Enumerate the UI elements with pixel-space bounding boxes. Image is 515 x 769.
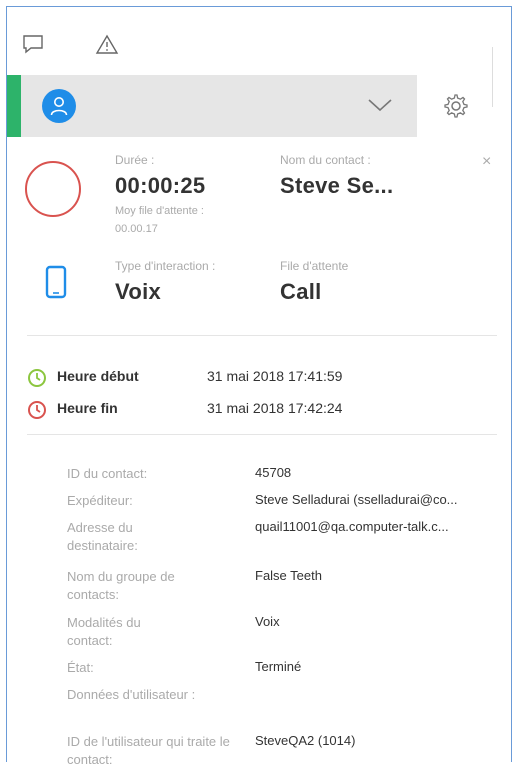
warning-triangle-icon[interactable] (95, 33, 119, 55)
chevron-down-icon[interactable] (367, 97, 393, 118)
status-accent-bar (7, 75, 21, 137)
summary-divider (27, 335, 497, 336)
avg-queue-value: 00.00.17 (115, 223, 158, 235)
detail-value: Voix (255, 614, 280, 629)
phone-icon (45, 265, 67, 304)
detail-value: False Teeth (255, 568, 322, 583)
gear-icon[interactable] (443, 93, 469, 124)
detail-key: Nom du groupe de contacts: (67, 569, 175, 602)
close-button[interactable]: × (482, 153, 491, 171)
panel-divider (492, 47, 493, 107)
detail-value: Terminé (255, 659, 302, 674)
timer-ring-icon (25, 161, 81, 217)
start-time-value: 31 mai 2018 17:41:59 (207, 368, 343, 384)
contact-name-label: Nom du contact : (280, 153, 371, 167)
queue-value: Call (280, 279, 322, 304)
detail-key: Données d'utilisateur : (67, 687, 196, 702)
detail-value: 45708 (255, 465, 292, 480)
detail-key: ID du contact: (67, 466, 148, 481)
end-time-label: Heure fin (57, 400, 118, 416)
detail-value: quail11001@qa.computer-talk.c... (255, 519, 449, 534)
start-time-label: Heure début (57, 368, 139, 384)
contact-selector[interactable] (7, 75, 417, 137)
detail-key: Expéditeur: (67, 493, 133, 508)
queue-label: File d'attente (280, 259, 349, 273)
interaction-type-label: Type d'interaction : (115, 259, 216, 273)
duration-label: Durée : (115, 153, 155, 167)
detail-value: Steve Selladurai (sselladurai@co... (255, 492, 458, 507)
user-avatar-icon (42, 89, 76, 123)
clock-start-icon (27, 368, 47, 391)
times-divider (27, 434, 497, 435)
detail-key: Adresse du destinataire: (67, 520, 138, 553)
chat-bubble-icon[interactable] (21, 33, 45, 55)
avg-queue-label: Moy file d'attente : (115, 205, 204, 217)
end-time-value: 31 mai 2018 17:42:24 (207, 400, 343, 416)
detail-value: SteveQA2 (1014) (255, 733, 356, 748)
detail-key: État: (67, 660, 94, 675)
contact-name-value: Steve Se... (280, 173, 394, 198)
interaction-type-value: Voix (115, 279, 162, 304)
top-toolbar (7, 7, 511, 75)
clock-end-icon (27, 400, 47, 423)
contact-header (7, 75, 511, 137)
contact-panel: × Durée : 00:00:25 Moy file d'attente : … (6, 6, 512, 767)
duration-value: 00:00:25 (115, 173, 206, 198)
detail-key: Modalités du contact: (67, 615, 141, 648)
